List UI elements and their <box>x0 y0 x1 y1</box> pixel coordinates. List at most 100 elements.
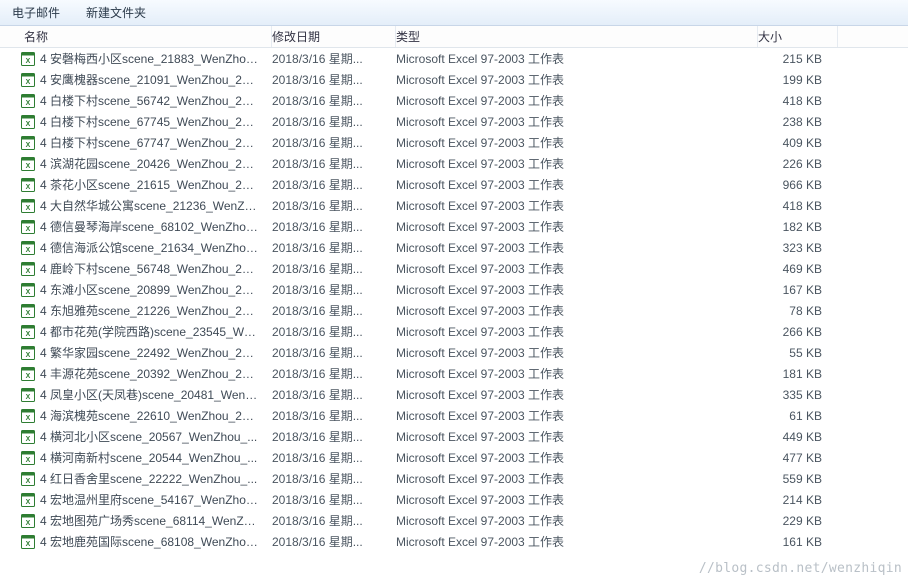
excel-file-icon: X <box>20 51 36 67</box>
file-name-cell: X 4 德信海派公馆scene_21634_WenZhou... <box>20 239 272 256</box>
file-type-label: Microsoft Excel 97-2003 工作表 <box>396 365 758 382</box>
file-row[interactable]: X4 大自然华城公寓scene_21236_WenZh...2018/3/16 … <box>0 195 908 216</box>
svg-text:X: X <box>26 289 31 296</box>
file-row[interactable]: X4 安磬梅西小区scene_21883_WenZhou...2018/3/16… <box>0 48 908 69</box>
file-date-label: 2018/3/16 星期... <box>272 428 396 445</box>
excel-file-icon: X <box>20 93 36 109</box>
svg-text:X: X <box>26 247 31 254</box>
svg-text:X: X <box>26 373 31 380</box>
file-name-label: 4 鹿岭下村scene_56748_WenZhou_20... <box>40 260 258 277</box>
file-row[interactable]: X4 白楼下村scene_67745_WenZhou_20...2018/3/1… <box>0 111 908 132</box>
svg-text:X: X <box>26 184 31 191</box>
file-name-label: 4 安磬梅西小区scene_21883_WenZhou... <box>40 50 258 67</box>
file-name-cell: X4 白楼下村scene_56742_WenZhou_20... <box>20 92 272 109</box>
file-row[interactable]: X4 安鹰槐器scene_21091_WenZhou_20...2018/3/1… <box>0 69 908 90</box>
file-row[interactable]: X 4 红日香舍里scene_22222_WenZhou_... 2018/3/16… <box>0 468 908 489</box>
file-row[interactable]: X4 白楼下村scene_67747_WenZhou_20...2018/3/1… <box>0 132 908 153</box>
file-date-label: 2018/3/16 星期... <box>272 134 396 151</box>
file-type-label: Microsoft Excel 97-2003 工作表 <box>396 50 758 67</box>
file-list: X4 安磬梅西小区scene_21883_WenZhou...2018/3/16… <box>0 48 908 552</box>
file-row[interactable]: X4 海滨槐苑scene_22610_WenZhou_20... 2018/3/1… <box>0 405 908 426</box>
email-button[interactable]: 电子邮件 <box>8 2 64 23</box>
svg-text:X: X <box>26 478 31 485</box>
file-name-label: 4 海滨槐苑scene_22610_WenZhou_20... <box>40 407 258 424</box>
file-row[interactable]: X4 横河南新村scene_20544_WenZhou_...2018/3/16… <box>0 447 908 468</box>
file-name-cell: X 4 茶花小区scene_21615_WenZhou_20... <box>20 176 272 193</box>
svg-text:X: X <box>26 499 31 506</box>
file-row[interactable]: X4 宏地图苑广场秀scene_68114_WenZh...2018/3/16 … <box>0 510 908 531</box>
watermark-text: //blog.csdn.net/wenzhiqin <box>699 561 902 576</box>
column-header-name[interactable]: 名称 <box>20 26 272 47</box>
file-row[interactable]: X4 凤皇小区(天凤巷)scene_20481_WenZ...2018/3/16… <box>0 384 908 405</box>
file-date-label: 2018/3/16 星期... <box>272 260 396 277</box>
file-name-label: 4 茶花小区scene_21615_WenZhou_20... <box>40 176 258 193</box>
file-name-cell: X4 横河北小区scene_20567_WenZhou_... <box>20 428 272 445</box>
file-date-label: 2018/3/16 星期... <box>272 470 396 487</box>
svg-text:X: X <box>26 226 31 233</box>
file-type-label: Microsoft Excel 97-2003 工作表 <box>396 428 758 445</box>
excel-file-icon: X <box>20 492 36 508</box>
file-row[interactable]: X4 滨湖花园scene_20426_WenZhou_20...2018/3/1… <box>0 153 908 174</box>
file-size-label: 238 KB <box>758 115 838 129</box>
file-row[interactable]: X4 白楼下村scene_56742_WenZhou_20...2018/3/1… <box>0 90 908 111</box>
svg-text:X: X <box>26 352 31 359</box>
file-name-label: 4 宏地图苑广场秀scene_68114_WenZh... <box>40 512 258 529</box>
file-name-cell: X4 都市花苑(学院西路)scene_23545_We... <box>20 323 272 340</box>
column-header-row: 名称 修改日期 类型 大小 <box>0 26 908 48</box>
file-name-cell: X4 横河南新村scene_20544_WenZhou_... <box>20 449 272 466</box>
file-row[interactable]: X4 都市花苑(学院西路)scene_23545_We...2018/3/16 … <box>0 321 908 342</box>
file-row[interactable]: X4 东滩小区scene_20899_WenZhou_20...2018/3/1… <box>0 279 908 300</box>
excel-file-icon: X <box>20 303 36 319</box>
excel-file-icon: X <box>20 345 36 361</box>
file-size-label: 61 KB <box>758 409 838 423</box>
column-header-size[interactable]: 大小 <box>758 26 838 47</box>
file-date-label: 2018/3/16 星期... <box>272 71 396 88</box>
file-name-cell: X4 安磬梅西小区scene_21883_WenZhou... <box>20 50 272 67</box>
file-size-label: 167 KB <box>758 283 838 297</box>
file-name-label: 4 德信海派公馆scene_21634_WenZhou... <box>40 239 258 256</box>
file-row[interactable]: X4 宏地温州里府scene_54167_WenZhou...2018/3/16… <box>0 489 908 510</box>
file-date-label: 2018/3/16 星期... <box>272 239 396 256</box>
new-folder-button[interactable]: 新建文件夹 <box>82 2 150 23</box>
file-name-label: 4 东旭雅苑scene_21226_WenZhou_20... <box>40 302 258 319</box>
file-size-label: 55 KB <box>758 346 838 360</box>
file-row[interactable]: X4 繁华家园scene_22492_WenZhou_20...2018/3/1… <box>0 342 908 363</box>
file-date-label: 2018/3/16 星期... <box>272 197 396 214</box>
svg-text:X: X <box>26 541 31 548</box>
file-name-label: 4 德信曼琴海岸scene_68102_WenZhou... <box>40 218 258 235</box>
svg-text:X: X <box>26 310 31 317</box>
excel-file-icon: X <box>20 219 36 235</box>
file-size-label: 214 KB <box>758 493 838 507</box>
file-date-label: 2018/3/16 星期... <box>272 407 396 424</box>
file-row[interactable]: X4 宏地鹿苑国际scene_68108_WenZhou...2018/3/16… <box>0 531 908 552</box>
file-name-label: 4 宏地鹿苑国际scene_68108_WenZhou... <box>40 533 258 550</box>
excel-file-icon: X <box>20 240 36 256</box>
file-size-label: 335 KB <box>758 388 838 402</box>
file-name-label: 4 红日香舍里scene_22222_WenZhou_... <box>40 470 257 487</box>
file-row[interactable]: X4 横河北小区scene_20567_WenZhou_...2018/3/16… <box>0 426 908 447</box>
file-type-label: Microsoft Excel 97-2003 工作表 <box>396 449 758 466</box>
column-header-type[interactable]: 类型 <box>396 26 758 47</box>
excel-file-icon: X <box>20 156 36 172</box>
file-date-label: 2018/3/16 星期... <box>272 92 396 109</box>
file-type-label: Microsoft Excel 97-2003 工作表 <box>396 407 758 424</box>
file-row[interactable]: X4 丰源花苑scene_20392_WenZhou_20...2018/3/1… <box>0 363 908 384</box>
file-date-label: 2018/3/16 星期... <box>272 113 396 130</box>
file-row[interactable]: X4 茶花小区scene_21615_WenZhou_20...2018/3/1… <box>0 174 908 195</box>
file-date-label: 2018/3/16 星期... <box>272 323 396 340</box>
file-type-label: Microsoft Excel 97-2003 工作表 <box>396 470 758 487</box>
file-type-label: Microsoft Excel 97-2003 工作表 <box>396 92 758 109</box>
file-name-cell: X4 滨湖花园scene_20426_WenZhou_20... <box>20 155 272 172</box>
file-row[interactable]: X 4 德信海派公馆scene_21634_WenZhou... 2018/3/16… <box>0 237 908 258</box>
excel-file-icon: X <box>20 408 36 424</box>
file-size-label: 181 KB <box>758 367 838 381</box>
excel-file-icon: X <box>20 282 36 298</box>
file-row[interactable]: X4 德信曼琴海岸scene_68102_WenZhou...2018/3/16… <box>0 216 908 237</box>
file-row[interactable]: X4 东旭雅苑scene_21226_WenZhou_20...2018/3/1… <box>0 300 908 321</box>
file-row[interactable]: X4 鹿岭下村scene_56748_WenZhou_20...2018/3/1… <box>0 258 908 279</box>
column-header-date[interactable]: 修改日期 <box>272 26 396 47</box>
file-name-label: 4 白楼下村scene_67745_WenZhou_20... <box>40 113 258 130</box>
file-name-label: 4 凤皇小区(天凤巷)scene_20481_WenZ... <box>40 386 258 403</box>
svg-text:X: X <box>26 205 31 212</box>
file-date-label: 2018/3/16 星期... <box>272 344 396 361</box>
